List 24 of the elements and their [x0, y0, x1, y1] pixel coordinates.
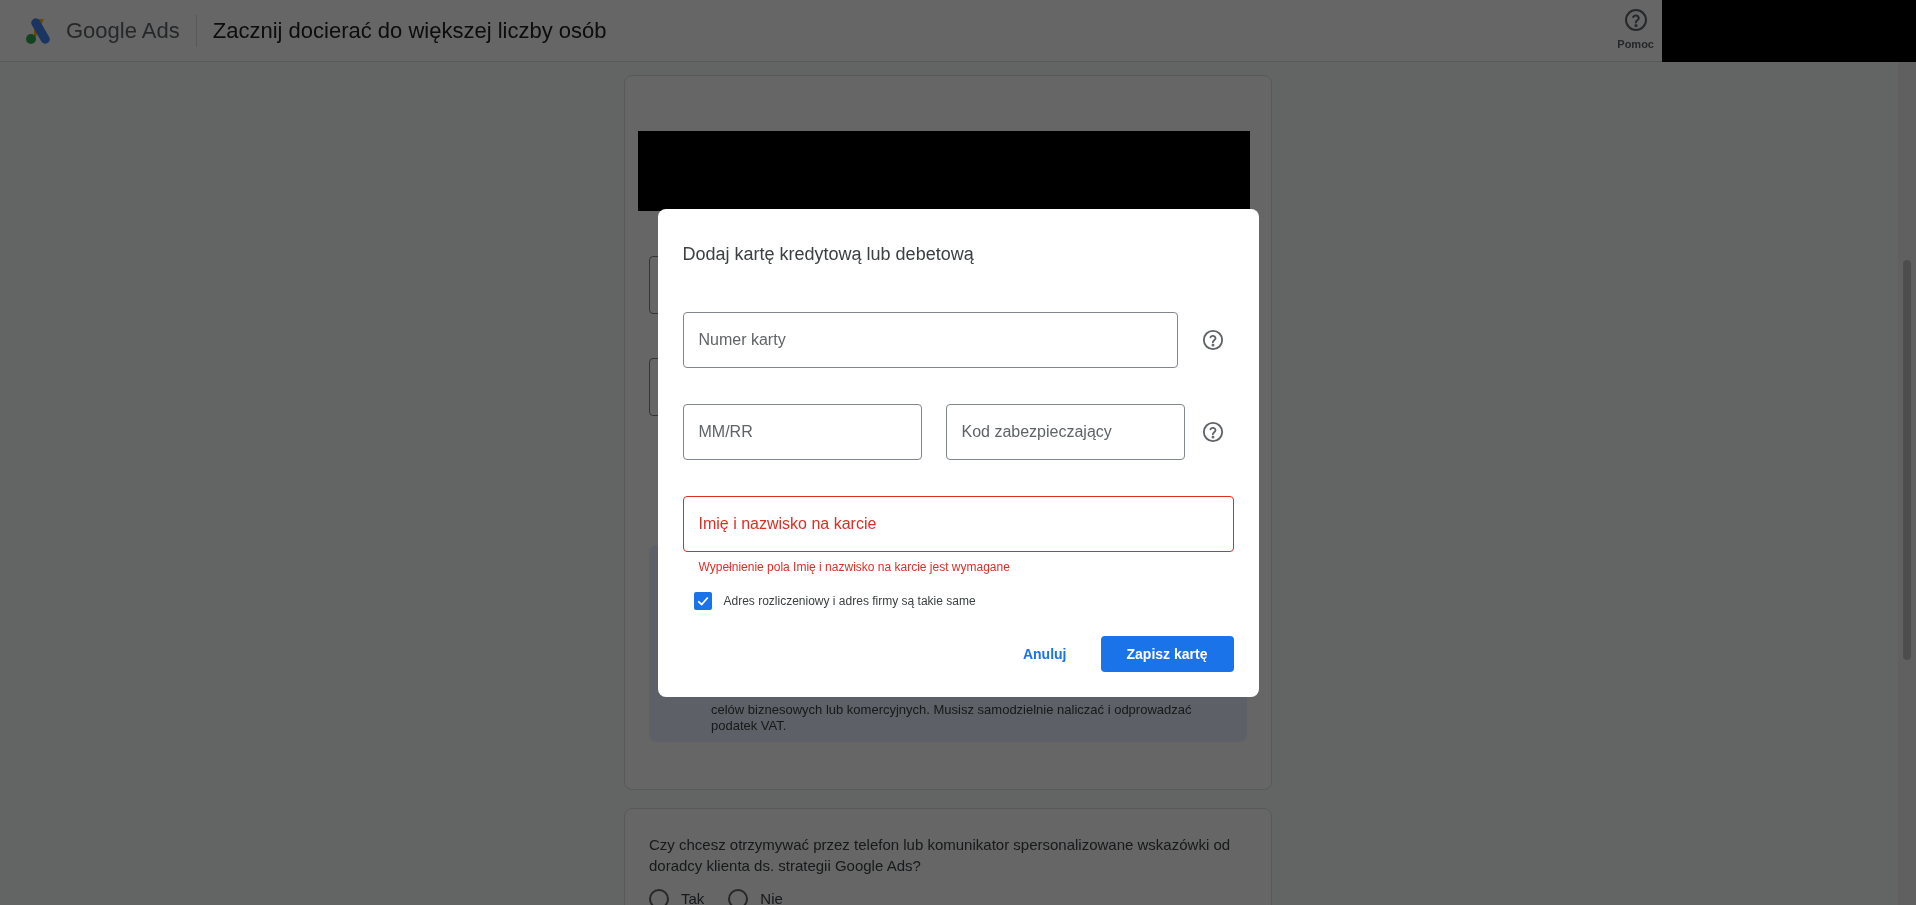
page-title: Zacznij docierać do większej liczby osób [212, 17, 607, 45]
help-button[interactable]: Pomoc [1617, 8, 1654, 53]
help-icon[interactable] [1201, 421, 1224, 443]
help-icon[interactable] [1201, 329, 1224, 351]
radio-icon[interactable] [728, 889, 749, 905]
save-button[interactable]: Zapisz kartę [1100, 636, 1234, 672]
scrollbar[interactable] [1898, 62, 1916, 905]
input-field[interactable]: Kod zabezpieczający [945, 404, 1185, 460]
input-field[interactable]: MM/RR [682, 404, 922, 460]
check-icon [695, 594, 710, 608]
question-text: Czy chcesz otrzymywać przez telefon lub komunikator spersonalizowane wskazówki od doradcy klienta ds. strategii Google Ads? [649, 835, 1232, 876]
vat-note: celów biznesowych lub komercyjnych. Musisz samodzielnie naliczać i odprowadzać podatek VAT. [711, 702, 1193, 734]
dialog-title: Dodaj kartę kredytową lub debetową [682, 243, 975, 266]
radio-option[interactable]: Tak [649, 888, 705, 905]
cancel-button[interactable]: Anuluj [1010, 636, 1079, 672]
logo-text: Google Ads [66, 17, 180, 45]
checkbox-label: Adres rozliczeniowy i adres firmy są takie same [723, 593, 976, 610]
input-field[interactable]: Imię i nazwisko na karcie [682, 496, 1234, 552]
help-icon[interactable] [1623, 8, 1648, 33]
checkbox[interactable] [693, 592, 712, 610]
radio-option[interactable]: Nie [728, 888, 783, 905]
radio-icon[interactable] [649, 889, 669, 905]
input-field[interactable]: Numer karty [682, 312, 1178, 368]
error-message: Wypełnienie pola Imię i nazwisko na karcie jest wymagane [697, 559, 1011, 576]
